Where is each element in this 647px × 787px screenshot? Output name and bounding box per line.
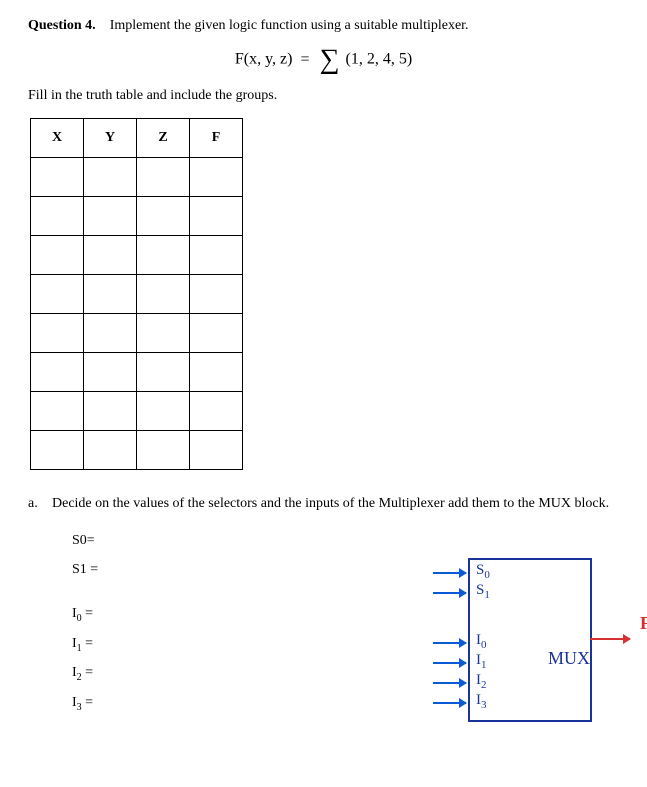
table-cell: [31, 314, 84, 353]
question-line: Question 4. Implement the given logic fu…: [28, 18, 619, 34]
sigma-symbol: ∑: [320, 44, 340, 75]
table-cell: [31, 392, 84, 431]
table-cell: [190, 392, 243, 431]
table-cell: [190, 314, 243, 353]
table-cell: [190, 158, 243, 197]
formula-args: (1, 2, 4, 5): [345, 51, 412, 68]
table-cell: [137, 431, 190, 470]
table-row: [31, 431, 243, 470]
table-cell: [190, 431, 243, 470]
table-cell: [137, 392, 190, 431]
table-cell: [137, 353, 190, 392]
table-cell: [84, 392, 137, 431]
question-prompt: Implement the given logic function using…: [110, 18, 469, 33]
table-cell: [190, 197, 243, 236]
table-cell: [137, 236, 190, 275]
table-row: [31, 275, 243, 314]
table-row: [31, 158, 243, 197]
table-row: [31, 392, 243, 431]
pin-s1: S1: [476, 582, 490, 601]
table-cell: [31, 353, 84, 392]
table-cell: [84, 314, 137, 353]
table-cell: [190, 353, 243, 392]
table-cell: [31, 236, 84, 275]
arrow-i1: [433, 662, 466, 664]
truth-table: X Y Z F: [30, 118, 243, 470]
th-x: X: [31, 119, 84, 158]
table-cell: [137, 275, 190, 314]
part-a-text: Decide on the values of the selectors an…: [52, 496, 619, 512]
pin-i1: I1: [476, 652, 487, 671]
table-cell: [137, 158, 190, 197]
table-row: [31, 197, 243, 236]
pin-i0: I0: [476, 632, 487, 651]
arrow-i2: [433, 682, 466, 684]
table-cell: [84, 353, 137, 392]
table-cell: [31, 158, 84, 197]
table-cell: [31, 197, 84, 236]
th-z: Z: [137, 119, 190, 158]
table-cell: [84, 197, 137, 236]
table-cell: [190, 275, 243, 314]
table-row: [31, 314, 243, 353]
th-f: F: [190, 119, 243, 158]
formula-lhs: F(x, y, z): [235, 51, 293, 68]
arrow-i3: [433, 702, 466, 704]
table-cell: [190, 236, 243, 275]
truth-table-instruction: Fill in the truth table and include the …: [28, 88, 619, 104]
table-row: [31, 353, 243, 392]
table-row: [31, 236, 243, 275]
table-cell: [31, 431, 84, 470]
th-y: Y: [84, 119, 137, 158]
table-cell: [84, 158, 137, 197]
arrow-s1: [433, 592, 466, 594]
pin-s0: S0: [476, 562, 490, 581]
table-cell: [31, 275, 84, 314]
part-a: a. Decide on the values of the selectors…: [28, 496, 619, 512]
arrow-i0: [433, 642, 466, 644]
formula-eq: =: [300, 51, 309, 68]
part-a-label: a.: [28, 496, 52, 512]
table-cell: [137, 197, 190, 236]
arrow-s0: [433, 572, 466, 574]
question-label: Question 4.: [28, 18, 96, 33]
table-cell: [137, 314, 190, 353]
output-f: F: [640, 613, 647, 634]
table-cell: [84, 236, 137, 275]
table-cell: [84, 275, 137, 314]
table-cell: [84, 431, 137, 470]
arrow-out: [590, 638, 630, 640]
mux-diagram: MUX S0 S1 I0 I1 I2 I3 F: [408, 548, 647, 748]
formula: F(x, y, z) = ∑ (1, 2, 4, 5): [28, 44, 619, 76]
pin-i2: I2: [476, 672, 487, 691]
pin-i3: I3: [476, 692, 487, 711]
mux-name: MUX: [548, 648, 590, 669]
